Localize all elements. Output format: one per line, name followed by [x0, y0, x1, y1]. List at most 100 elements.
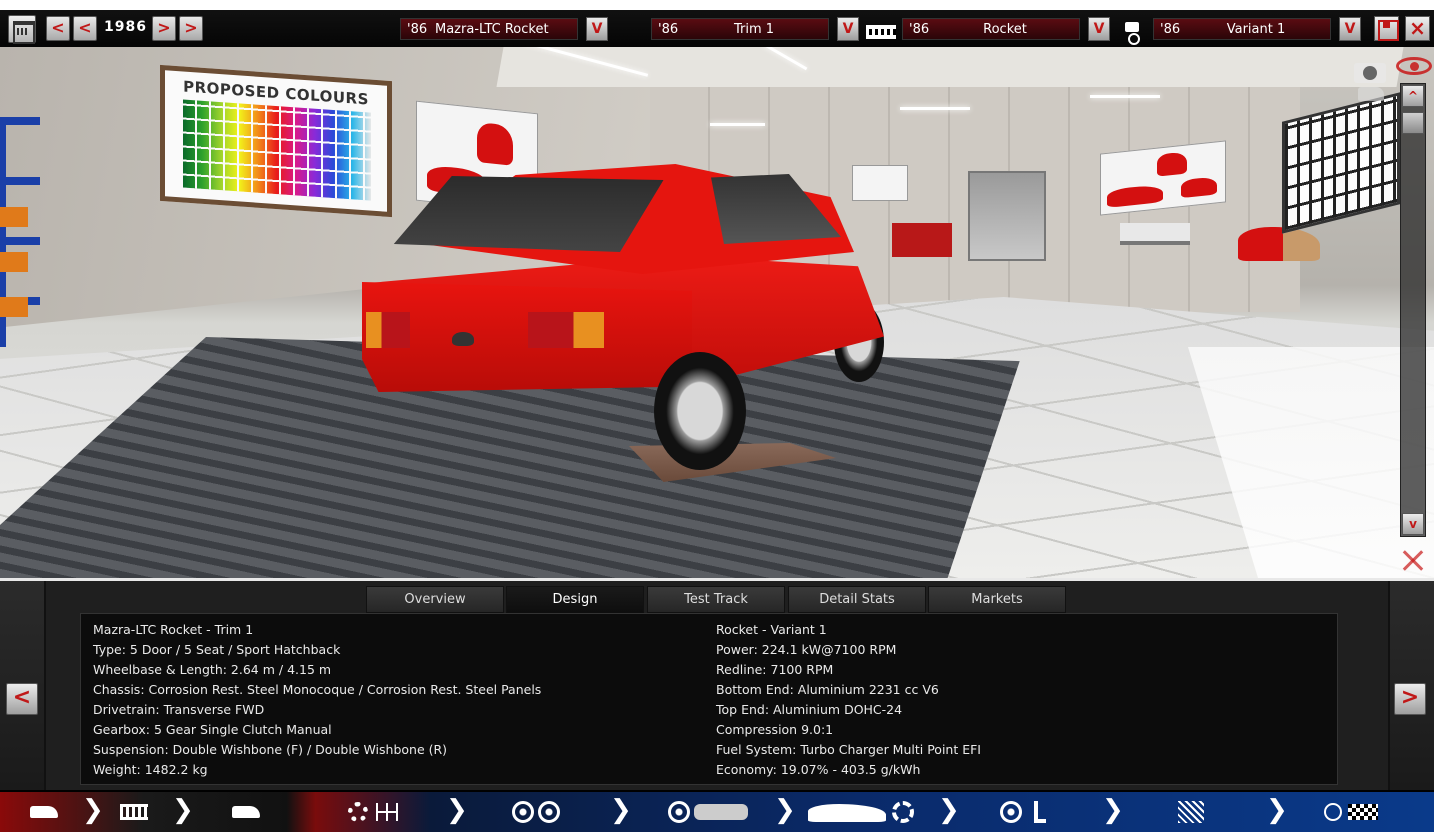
year-display: 1986 — [104, 19, 147, 35]
stat-bottom-end: Bottom End: Aluminium 2231 cc V6 — [716, 682, 939, 697]
clay-model-car — [1238, 227, 1320, 261]
sketch-red-car — [477, 122, 513, 166]
chevron-right-icon: ❯ — [774, 795, 796, 825]
year-next-big-button[interactable]: > — [179, 16, 203, 41]
nav-step-interior[interactable] — [958, 792, 1098, 832]
year-next-button[interactable]: > — [152, 16, 176, 41]
scroll-up-button[interactable]: ^ — [1402, 85, 1424, 107]
variant-name: Variant 1 — [1226, 22, 1286, 37]
stat-drivetrain: Drivetrain: Transverse FWD — [93, 702, 265, 717]
orange-boxes — [0, 207, 28, 317]
chevron-right-icon: ❯ — [172, 795, 194, 825]
prev-page-button[interactable]: < — [6, 683, 38, 715]
chevron-right-icon: ❯ — [82, 795, 104, 825]
rim-icon — [668, 801, 690, 823]
engine-block-icon — [866, 25, 896, 39]
model-dropdown-button[interactable]: V — [586, 17, 608, 41]
work-desk — [1120, 223, 1190, 245]
scroll-down-button[interactable]: v — [1402, 513, 1424, 535]
nav-step-design[interactable] — [794, 792, 934, 832]
engine-name: Rocket — [983, 22, 1027, 37]
trim-dropdown-button[interactable]: V — [837, 17, 859, 41]
tab-markets[interactable]: Markets — [928, 586, 1066, 613]
gauge-icon — [1324, 803, 1342, 821]
left-taillight — [366, 312, 410, 348]
next-page-button[interactable]: > — [1394, 683, 1426, 715]
sketch-red-car — [1181, 176, 1217, 199]
spring-icon — [1178, 801, 1204, 823]
red-toolbox — [892, 223, 952, 257]
gear-icon — [348, 802, 368, 822]
engine-year: '86 — [909, 22, 930, 37]
model-name: Mazra-LTC Rocket — [435, 22, 549, 37]
sketch-red-car — [1157, 151, 1187, 177]
sportscar-icon — [808, 804, 886, 822]
model-year: '86 — [407, 22, 428, 37]
tab-overview[interactable]: Overview — [366, 586, 504, 613]
chevron-right-icon: ❯ — [1266, 795, 1288, 825]
gearshift-icon — [376, 803, 398, 821]
stat-chassis: Chassis: Corrosion Rest. Steel Monocoque… — [93, 682, 542, 697]
car-badge — [452, 332, 474, 346]
nav-step-model[interactable] — [0, 792, 80, 832]
calendar-icon[interactable] — [8, 15, 36, 44]
tab-detail-stats[interactable]: Detail Stats — [788, 586, 926, 613]
wheel-icon — [512, 801, 534, 823]
stat-weight: Weight: 1482.2 kg — [93, 762, 208, 777]
nav-step-drivetrain[interactable] — [300, 792, 440, 832]
wheel-icon — [538, 801, 560, 823]
chevron-right-icon: ❯ — [1102, 795, 1124, 825]
stat-fuel-system: Fuel System: Turbo Charger Multi Point E… — [716, 742, 981, 757]
stat-gearbox: Gearbox: 5 Gear Single Clutch Manual — [93, 722, 332, 737]
scroll-thumb[interactable] — [1402, 112, 1424, 134]
trim-year: '86 — [658, 22, 679, 37]
trim-selector[interactable]: '86 Trim 1 — [651, 18, 829, 40]
stat-power: Power: 224.1 kW@7100 RPM — [716, 642, 897, 657]
garage-ceiling — [496, 47, 1404, 87]
tab-test-track[interactable]: Test Track — [647, 586, 785, 613]
garage-3d-viewport[interactable]: PROPOSED COLOURS ^ v — [0, 47, 1434, 578]
nav-step-body[interactable] — [630, 792, 770, 832]
year-prev-button[interactable]: < — [73, 16, 97, 41]
nav-step-tuning[interactable] — [1122, 792, 1262, 832]
lift-toggle-icon[interactable] — [1400, 547, 1426, 573]
stat-wheelbase: Wheelbase & Length: 2.64 m / 4.15 m — [93, 662, 332, 677]
info-panel: Overview Design Test Track Detail Stats … — [0, 578, 1434, 793]
trim-car-icon — [232, 806, 260, 818]
chevron-right-icon: ❯ — [610, 795, 632, 825]
tab-design[interactable]: Design — [506, 586, 644, 613]
save-icon[interactable] — [1374, 16, 1399, 41]
stat-compression: Compression 9.0:1 — [716, 722, 834, 737]
close-icon[interactable]: × — [1405, 16, 1430, 41]
camera-icon[interactable] — [1350, 55, 1390, 83]
variant-dropdown-button[interactable]: V — [1339, 17, 1361, 41]
eye-icon[interactable] — [1396, 57, 1432, 75]
engine-block-icon — [120, 804, 148, 820]
nav-step-finish[interactable] — [1286, 792, 1434, 832]
year-prev-big-button[interactable]: < — [46, 16, 70, 41]
car-rear-panel — [362, 282, 692, 392]
nav-step-engine[interactable] — [100, 792, 170, 832]
engine-selector[interactable]: '86 Rocket — [902, 18, 1080, 40]
ceiling-light — [710, 123, 765, 126]
fan-icon — [892, 801, 914, 823]
stat-economy: Economy: 19.07% - 403.5 g/kWh — [716, 762, 921, 777]
model-selector[interactable]: '86 Mazra-LTC Rocket — [400, 18, 578, 40]
car-icon — [30, 806, 58, 818]
variant-year: '86 — [1160, 22, 1181, 37]
nav-step-suspension[interactable] — [466, 792, 606, 832]
trim-title: Mazra-LTC Rocket - Trim 1 — [93, 622, 254, 637]
engine-dropdown-button[interactable]: V — [1088, 17, 1110, 41]
variant-selector[interactable]: '86 Variant 1 — [1153, 18, 1331, 40]
zoom-scrollbar[interactable]: ^ v — [1400, 83, 1426, 537]
trim-name: Trim 1 — [733, 22, 775, 37]
stat-top-end: Top End: Aluminium DOHC-24 — [716, 702, 903, 717]
tool-cabinet — [968, 171, 1046, 261]
rear-wheel — [654, 352, 746, 470]
car-3d-model[interactable] — [356, 162, 896, 482]
seat-icon — [1034, 801, 1046, 823]
car-view-icon[interactable] — [1358, 87, 1384, 101]
nav-step-trim[interactable] — [190, 792, 290, 832]
stat-redline: Redline: 7100 RPM — [716, 662, 834, 677]
piston-icon — [1118, 20, 1148, 45]
